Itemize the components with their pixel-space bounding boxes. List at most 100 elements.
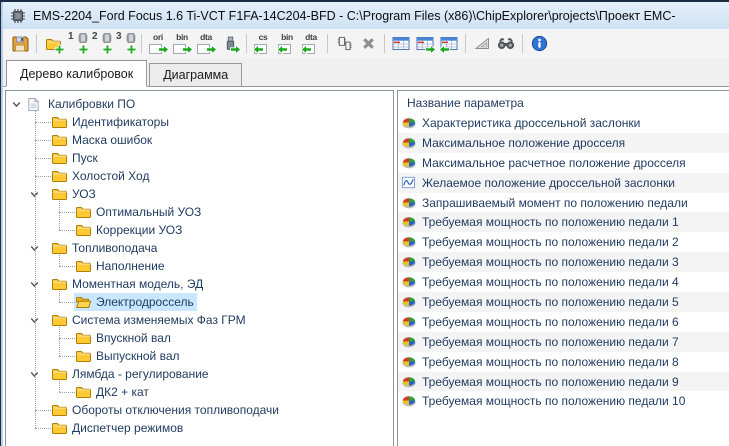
tree-item[interactable]: Лямбда - регулирование (6, 365, 393, 383)
parameter-row[interactable]: Требуемая мощность по положению педали 7 (398, 332, 729, 352)
parameter-row[interactable]: Характеристика дроссельной заслонки (398, 113, 729, 133)
toolbar-button-label: cs (251, 32, 275, 42)
plus-icon (126, 44, 137, 55)
tree-item[interactable]: Электродроссель (6, 293, 393, 311)
toolbar-separator (518, 31, 527, 56)
measure-button[interactable] (470, 31, 494, 56)
tree-item-label: Наполнение (96, 257, 165, 275)
import-cs-button[interactable]: cs (251, 31, 275, 56)
tree-item-content: Идентификаторы (51, 113, 169, 131)
add-chip-2-button[interactable]: 2 (89, 31, 113, 56)
arrow-right-icon (229, 44, 242, 55)
tree-item-content: УОЗ (51, 185, 96, 203)
map-3d-icon (401, 314, 418, 330)
parameter-row[interactable]: Требуемая мощность по положению педали 9 (398, 372, 729, 392)
triangle-icon (474, 37, 490, 50)
tab-label: Диаграмма (163, 68, 228, 82)
compare-chips-button[interactable] (332, 31, 356, 56)
map-3d-icon (401, 195, 418, 211)
calibration-tree-panel: Калибровки ПОИдентификаторыМаска ошибокП… (5, 90, 394, 446)
tree-item-label: Электродроссель (96, 293, 194, 311)
tree-connector-line (35, 110, 36, 428)
table-icon (392, 36, 410, 51)
info-icon (531, 35, 548, 52)
save-button[interactable] (8, 31, 32, 56)
parameter-row[interactable]: Требуемая мощность по положению педали 1 (398, 212, 729, 232)
table-export-button[interactable] (413, 31, 437, 56)
cancel-button[interactable] (356, 31, 380, 56)
folder-icon (51, 241, 68, 255)
chip-icon (10, 8, 26, 24)
parameter-label: Требуемая мощность по положению педали 9 (422, 375, 679, 389)
plus-icon (78, 44, 89, 55)
parameter-row[interactable]: Требуемая мощность по положению педали 8 (398, 352, 729, 372)
tree-item[interactable]: Моментная модель, ЭД (6, 275, 393, 293)
tree-item[interactable]: Маска ошибок (6, 131, 393, 149)
export-ori-button[interactable]: ori (146, 31, 170, 56)
map-3d-icon (401, 234, 418, 250)
table-import-button[interactable] (437, 31, 461, 56)
export-bin-button[interactable]: bin (170, 31, 194, 56)
tree-item[interactable]: Коррекции УОЗ (6, 221, 393, 239)
parameter-label: Требуемая мощность по положению педали 6 (422, 315, 679, 329)
add-chip-1-button[interactable]: 1 (65, 31, 89, 56)
parameter-row[interactable]: Требуемая мощность по положению педали 3 (398, 252, 729, 272)
tree-item[interactable]: Система изменяемых Фаз ГРМ (6, 311, 393, 329)
tree-item[interactable]: ДК2 + кат (6, 383, 393, 401)
import-dta-button[interactable]: dta (299, 31, 323, 56)
tree-item[interactable]: УОЗ (6, 185, 393, 203)
folder-icon (51, 367, 68, 381)
folder-icon (51, 115, 68, 129)
tree-item[interactable]: Обороты отключения топливоподачи (6, 401, 393, 419)
tree-item[interactable]: Диспетчер режимов (6, 419, 393, 437)
tree-item-content: Наполнение (75, 257, 165, 275)
tree-item-label: Идентификаторы (72, 113, 169, 131)
parameter-list: Название параметра Характеристика дроссе… (398, 91, 729, 446)
parameter-row[interactable]: Максимальное расчетное положение дроссел… (398, 153, 729, 173)
tree-item-label: Коррекции УОЗ (96, 221, 182, 239)
floppy-icon (11, 35, 29, 53)
parameter-row[interactable]: Желаемое положение дроссельной заслонки (398, 173, 729, 193)
chips-icon (335, 36, 353, 51)
add-folder-button[interactable] (41, 31, 65, 56)
tree-item[interactable]: Наполнение (6, 257, 393, 275)
parameter-row[interactable]: Запрашиваемый момент по положению педали (398, 193, 729, 213)
export-usb-button[interactable] (218, 31, 242, 56)
arrow-right-icon (157, 44, 170, 55)
tree-item[interactable]: Топливоподача (6, 239, 393, 257)
parameter-row[interactable]: Требуемая мощность по положению педали 4 (398, 272, 729, 292)
tree-item-content: Оптимальный УОЗ (75, 203, 201, 221)
tree-item-label: Пуск (72, 149, 98, 167)
import-bin-button[interactable]: bin (275, 31, 299, 56)
parameter-label: Требуемая мощность по положению педали 7 (422, 335, 679, 349)
tree-item[interactable]: Идентификаторы (6, 113, 393, 131)
title-bar: EMS-2204_Ford Focus 1.6 Ti-VCT F1FA-14C2… (3, 2, 729, 29)
add-chip-3-button[interactable]: 3 (113, 31, 137, 56)
info-button[interactable] (527, 31, 551, 56)
folder-icon (51, 133, 68, 147)
tree-item[interactable]: Выпускной вал (6, 347, 393, 365)
tree-item[interactable]: Впускной вал (6, 329, 393, 347)
tree-item[interactable]: Оптимальный УОЗ (6, 203, 393, 221)
chevron-down-icon[interactable] (11, 99, 22, 110)
parameter-row[interactable]: Требуемая мощность по положению педали 5 (398, 292, 729, 312)
tree-item[interactable]: Калибровки ПО (6, 95, 393, 113)
parameter-label: Требуемая мощность по положению педали 2 (422, 235, 679, 249)
arrow-left-icon (438, 44, 451, 55)
parameter-row[interactable]: Требуемая мощность по положению педали 1… (398, 391, 729, 411)
tab-calibration-tree[interactable]: Дерево калибровок (6, 60, 147, 87)
tree-item-label: Моментная модель, ЭД (72, 275, 203, 293)
tab-diagram[interactable]: Диаграмма (149, 63, 242, 86)
tree-item[interactable]: Холостой Ход (6, 167, 393, 185)
export-dta-button[interactable]: dta (194, 31, 218, 56)
tree-item-content: Калибровки ПО (27, 95, 135, 113)
parameter-row[interactable]: Требуемая мощность по положению педали 6 (398, 312, 729, 332)
parameter-row[interactable]: Требуемая мощность по положению педали 2 (398, 232, 729, 252)
tree-item[interactable]: Пуск (6, 149, 393, 167)
toolbar-button-label: dta (299, 32, 323, 42)
table-button[interactable] (389, 31, 413, 56)
map-3d-icon (401, 254, 418, 270)
search-button[interactable] (494, 31, 518, 56)
parameter-row[interactable]: Максимальное положение дросселя (398, 133, 729, 153)
tree-item-label: Маска ошибок (72, 131, 152, 149)
